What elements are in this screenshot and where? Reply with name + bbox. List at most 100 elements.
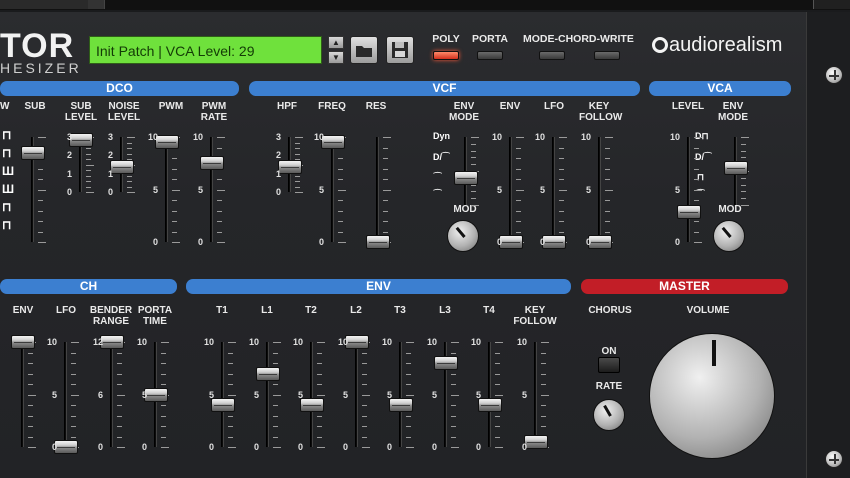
pwm-label: PWM — [158, 101, 184, 112]
ch-env-slider[interactable] — [11, 335, 35, 349]
tick-mark — [471, 143, 476, 145]
env-key-follow-track — [534, 342, 537, 447]
env-t2-slider[interactable] — [300, 398, 324, 412]
tick-mark — [362, 405, 367, 406]
chevron-down-icon[interactable] — [88, 0, 104, 9]
tick-mark — [117, 352, 122, 354]
bender-range-label: BENDER RANGE — [89, 305, 133, 327]
patch-display[interactable]: Init Patch | VCA Level: 29 — [89, 36, 322, 64]
scale-label: 5 — [386, 389, 392, 400]
freq-track — [331, 137, 334, 242]
scale-label: 0 — [97, 442, 103, 452]
tick-mark — [559, 221, 564, 222]
volume-label: VOLUME — [686, 305, 730, 316]
env-key-follow-label: KEY FOLLOW — [513, 305, 557, 327]
env-mode-slider[interactable] — [454, 170, 478, 185]
tick-mark — [694, 189, 702, 191]
patch-down-icon[interactable]: ▼ — [328, 51, 344, 64]
scale-label: 10 — [491, 132, 502, 142]
tick-mark — [117, 384, 122, 385]
tick-mark — [161, 363, 166, 364]
patch-up-icon[interactable]: ▲ — [328, 36, 344, 49]
mode-chord-write-label: MODE-CHORD-WRITE — [523, 33, 634, 45]
sub-level-slider[interactable] — [69, 132, 93, 147]
porta-time-slider[interactable] — [144, 387, 168, 402]
tick-mark — [161, 384, 166, 385]
wave-label: W — [0, 101, 10, 112]
env-l1-label: L1 — [261, 305, 273, 316]
pwm-slider[interactable] — [155, 135, 179, 150]
dco-section-header: DCO — [0, 81, 239, 96]
tick-mark — [228, 342, 236, 343]
tick-mark — [516, 147, 521, 149]
tick-mark — [338, 158, 343, 159]
env-mode-env: ⁀ — [434, 172, 442, 182]
tick-mark — [161, 447, 169, 448]
tick-mark — [71, 342, 79, 343]
ch-lfo-slider[interactable] — [54, 440, 78, 454]
env-l1-slider[interactable] — [256, 366, 280, 381]
chorus-on-button[interactable] — [598, 357, 620, 373]
vcf-lfo-slider[interactable] — [542, 235, 566, 249]
vca-env-mode-slider[interactable] — [724, 160, 748, 175]
env-t4-slider[interactable] — [478, 398, 502, 412]
tick-mark — [559, 158, 564, 159]
tick-mark — [161, 436, 166, 438]
scale-label: 0 — [51, 442, 57, 452]
tick-mark — [471, 157, 476, 159]
tick-mark — [383, 158, 388, 159]
vca-level-slider[interactable] — [677, 204, 701, 219]
env-t3-slider[interactable] — [389, 398, 413, 412]
porta-label: PORTA — [472, 33, 508, 45]
tick-mark — [694, 221, 699, 222]
tick-mark — [559, 168, 564, 170]
tick-mark — [172, 158, 177, 159]
mode-button[interactable] — [539, 51, 565, 60]
vca-mod-knob[interactable] — [713, 220, 745, 252]
poly-button[interactable] — [433, 51, 459, 60]
tick-mark — [451, 426, 456, 427]
brand-icon — [652, 37, 668, 53]
noise-level-slider[interactable] — [110, 160, 134, 175]
env-t1-slider[interactable] — [211, 398, 235, 412]
env-key-follow-slider[interactable] — [524, 434, 548, 449]
bender-range-slider[interactable] — [100, 335, 124, 349]
hpf-slider[interactable] — [278, 160, 302, 175]
chorus-rate-knob[interactable] — [593, 399, 625, 431]
tick-mark — [406, 394, 414, 396]
env-l3-slider[interactable] — [434, 356, 458, 370]
tick-mark — [338, 221, 343, 222]
tick-mark — [28, 405, 33, 406]
hpf-label: HPF — [277, 101, 297, 112]
freq-slider[interactable] — [321, 135, 345, 150]
tick-mark — [28, 426, 33, 427]
res-slider[interactable] — [366, 235, 390, 249]
vcf-key-follow-slider[interactable] — [588, 235, 612, 249]
tick-mark — [451, 415, 456, 417]
tick-mark — [228, 363, 233, 364]
folder-button[interactable] — [350, 36, 378, 64]
floppy-icon — [392, 42, 408, 58]
sub-slider[interactable] — [21, 145, 45, 160]
env-l2-slider[interactable] — [345, 335, 369, 349]
vcf-mod-knob[interactable] — [447, 220, 479, 252]
tick-mark — [273, 384, 278, 385]
pwm-rate-label: PWM RATE — [200, 101, 228, 123]
porta-button[interactable] — [477, 51, 503, 60]
tick-mark — [541, 342, 549, 343]
vcf-env-slider[interactable] — [499, 235, 523, 249]
save-button[interactable] — [386, 36, 414, 64]
vca-mode-env: ⁀ — [697, 189, 705, 199]
tick-mark — [559, 210, 564, 212]
tick-mark — [559, 231, 564, 233]
tick-mark — [28, 373, 33, 375]
tick-mark — [338, 242, 346, 243]
host-right-control[interactable] — [813, 0, 850, 9]
tick-mark — [273, 447, 281, 448]
scale-label: 0 — [496, 237, 502, 247]
tick-mark — [38, 200, 43, 201]
volume-knob[interactable] — [649, 333, 775, 459]
pwm-rate-slider[interactable] — [200, 156, 224, 171]
tick-mark — [383, 231, 388, 233]
chord-write-button[interactable] — [594, 51, 620, 60]
